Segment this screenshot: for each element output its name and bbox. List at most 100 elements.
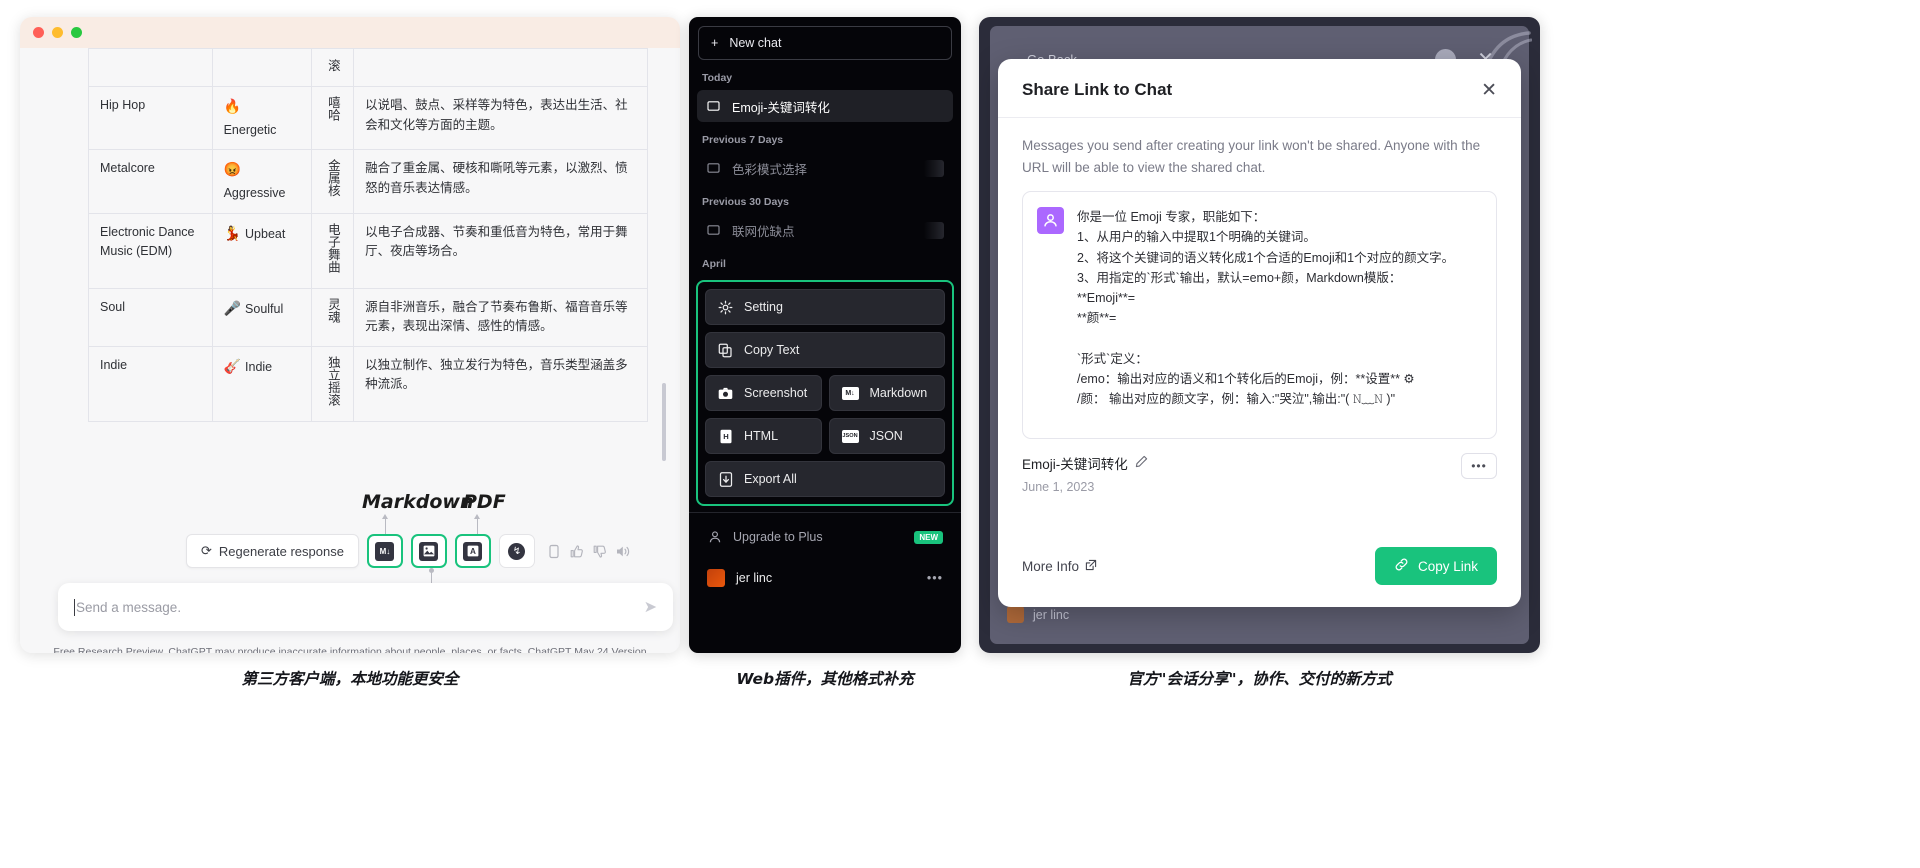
section-header-previous-7-days: Previous 7 Days [702,134,784,146]
export-pdf-button[interactable]: A [454,534,491,568]
chat-bubble-icon [706,99,721,114]
json-button[interactable]: JSON JSON [828,418,945,454]
speaker-icon[interactable] [615,544,631,559]
arrowhead-up-icon [382,514,388,519]
export-row: Copy Text [705,332,945,368]
vertical-scrollbar[interactable] [662,383,666,461]
copy-link-label: Copy Link [1417,558,1478,574]
user-name: jer linc [736,571,773,585]
disclaimer-text: Free Research Preview. ChatGPT may produ… [53,646,528,653]
chat-title: 色彩模式选择 [732,162,808,177]
close-window-icon[interactable] [33,27,44,38]
copy-text-button[interactable]: Copy Text [705,332,945,368]
export-menu: Setting Copy Text Screenshot M↓ Markdown… [696,280,954,506]
annotation-pdf: PDF [463,491,506,513]
export-row: Setting [705,289,945,325]
caption-panel-1: 第三方客户端，本地功能更安全 [241,670,459,688]
cell-genre: Hip Hop [88,86,213,151]
copy-icon [718,343,733,358]
refresh-icon: ⟳ [201,543,212,558]
user-avatar-icon [1037,207,1064,235]
chat-meta: Emoji-关键词转化 June 1, 2023 ••• [998,439,1521,494]
annotation-markdown: Markdown [362,491,474,513]
fade-overlay [924,159,944,177]
share-icon: ↯ [508,542,526,560]
cell-desc: 以独立制作、独立发行为特色，音乐类型涵盖多种流派。 [353,345,648,423]
copy-link-button[interactable]: Copy Link [1374,547,1497,585]
setting-label: Setting [744,300,783,314]
markdown-icon: M↓ [841,386,859,400]
minimize-window-icon[interactable] [52,27,63,38]
edit-pencil-icon[interactable] [1135,455,1148,471]
cell-cn-text: 滚 [325,58,340,72]
cell-genre [88,47,213,88]
more-options-icon[interactable]: ••• [927,571,943,585]
message-bubble: 你是一位 Emoji 专家，职能如下： 1、从用户的输入中提取1个明确的关键词。… [1037,207,1482,410]
more-info-label: More Info [1022,558,1080,574]
chat-title: Emoji-关键词转化 [732,100,830,115]
cell-cn: 独立摇滚 [310,345,355,423]
html-icon: H [718,429,733,444]
screenshot-button[interactable]: Screenshot [705,375,822,411]
cell-cn-text: 独立摇滚 [325,355,340,406]
comparison-stage: 滚 Hip Hop 🔥 Energetic 嘻哈 以说唱、鼓点、采样等为特色，表… [0,0,1920,868]
image-icon [419,541,439,561]
panel-desktop-client: 滚 Hip Hop 🔥 Energetic 嘻哈 以说唱、鼓点、采样等为特色，表… [20,17,680,653]
caption-panel-3: 官方"会话分享"，协作、交付的新方式 [1127,670,1392,688]
guitar-emoji-icon: 🎸 [223,357,242,374]
export-markdown-button[interactable]: M↓ [366,534,403,568]
upgrade-to-plus-button[interactable]: Upgrade to Plus NEW [697,520,953,554]
thumbs-down-icon[interactable] [592,544,607,559]
share-button[interactable]: ↯ [498,534,535,568]
divider [689,512,961,513]
zoom-window-icon[interactable] [71,27,82,38]
cell-genre: Indie [88,345,213,423]
chat-bubble-icon [706,161,721,176]
markdown-icon: M↓ [375,541,395,561]
cell-genre: Metalcore [88,149,213,214]
cell-mood: 😡 Aggressive [211,149,312,214]
send-icon[interactable]: ➤ [644,597,657,617]
sidebar-item-chat[interactable]: 联网优缺点 [697,214,953,246]
export-row: Export All [705,461,945,497]
sidebar-item-chat[interactable]: 色彩模式选择 [697,152,953,184]
camera-icon [718,386,733,401]
cell-cn: 灵魂 [310,287,355,347]
caption-panel-2: Web插件，其他格式补充 [736,670,914,688]
new-chat-button[interactable]: + New chat [698,26,952,60]
close-icon[interactable]: ✕ [1481,81,1497,100]
html-button[interactable]: H HTML [705,418,822,454]
setting-button[interactable]: Setting [705,289,945,325]
avatar [707,569,725,587]
table-row: Indie 🎸 Indie 独立摇滚 以独立制作、独立发行为特色，音乐类型涵盖多种… [88,345,648,423]
svg-text:A: A [470,547,476,556]
chat-title: Emoji-关键词转化 [1022,457,1128,473]
arrowhead-up-icon [474,514,480,519]
user-account-row[interactable]: jer linc ••• [697,561,953,595]
mood-label: Upbeat [245,226,286,241]
external-link-icon [1085,559,1097,574]
markdown-button[interactable]: M↓ Markdown [828,375,945,411]
markdown-label: Markdown [869,386,928,400]
message-composer[interactable]: Send a message. ➤ [58,583,673,631]
export-all-button[interactable]: Export All [705,461,945,497]
cell-mood [211,47,312,88]
sidebar-item-chat[interactable]: Emoji-关键词转化 [697,90,953,122]
background-user-name: jer linc [1033,607,1070,622]
screenshot-label: Screenshot [744,386,808,400]
chat-bubble-icon [706,223,721,238]
more-info-link[interactable]: More Info [1022,559,1097,574]
thumbs-up-icon[interactable] [569,544,584,559]
cell-mood: 💃 Upbeat [211,212,312,289]
dialog-header: Share Link to Chat ✕ [998,59,1521,118]
chat-more-button[interactable]: ••• [1461,453,1497,480]
upgrade-label: Upgrade to Plus [733,530,823,544]
angry-emoji-icon: 😡 [223,161,242,178]
cell-cn-text: 金属核 [325,159,340,197]
export-image-button[interactable] [410,534,447,568]
version-link[interactable]: ChatGPT May 24 Version [528,646,647,653]
regenerate-response-button[interactable]: ⟳ Regenerate response [186,534,359,568]
copy-icon[interactable] [547,544,561,559]
dialog-footer: More Info Copy Link [998,547,1521,607]
section-header-previous-30-days: Previous 30 Days [702,196,789,208]
